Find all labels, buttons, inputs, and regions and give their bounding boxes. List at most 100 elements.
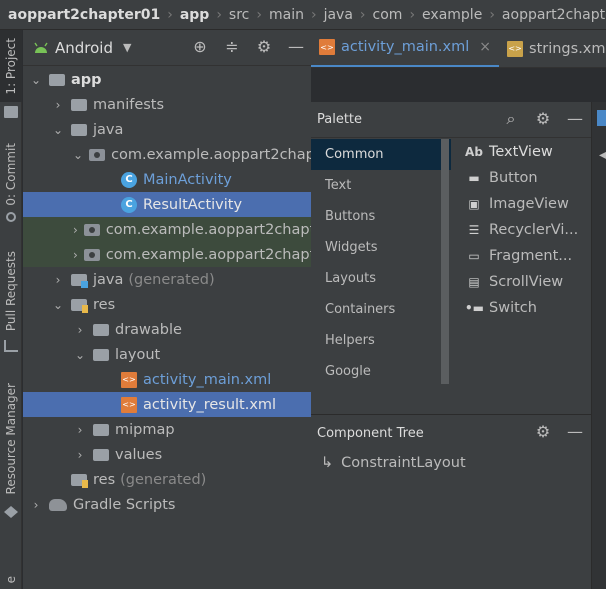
chevron-down-icon[interactable]: ⌄ <box>29 73 43 87</box>
gear-icon[interactable]: ⚙ <box>533 423 553 441</box>
palette-item-imageview[interactable]: ▣ ImageView <box>453 191 591 217</box>
chevron-down-icon[interactable]: ⌄ <box>51 298 65 312</box>
tree-row-res-generated[interactable]: res (generated) <box>23 467 311 492</box>
tree-row-java-generated[interactable]: › java (generated) <box>23 267 311 292</box>
tree-row-result-activity[interactable]: C ResultActivity <box>23 192 311 217</box>
palette-category-layouts[interactable]: Layouts <box>311 263 451 294</box>
minimize-icon[interactable]: — <box>565 423 585 441</box>
palette-scrollbar[interactable] <box>441 139 449 384</box>
fragment-icon: ▭ <box>468 249 480 263</box>
breadcrumb-item-java[interactable]: java <box>324 7 353 23</box>
chevron-right-icon[interactable]: › <box>73 448 87 462</box>
palette-item-fragment[interactable]: ▭ Fragment... <box>453 243 591 269</box>
chevron-right-icon[interactable]: › <box>73 223 78 237</box>
component-tree-title: Component Tree <box>317 425 424 441</box>
chevron-right-icon[interactable]: › <box>51 273 65 287</box>
tree-row-drawable[interactable]: › drawable <box>23 317 311 342</box>
tree-row-res[interactable]: ⌄ res <box>23 292 311 317</box>
component-tree-root[interactable]: ↳ ConstraintLayout <box>321 455 466 471</box>
palette-item-switch[interactable]: •▬ Switch <box>453 295 591 321</box>
button-icon: ▬ <box>468 171 480 185</box>
chevron-down-icon[interactable]: ⌄ <box>73 148 83 162</box>
palette-item-recyclerview[interactable]: ☰ RecyclerVi... <box>453 217 591 243</box>
folder-icon <box>93 348 109 361</box>
android-icon <box>34 42 48 53</box>
close-icon[interactable]: × <box>479 39 491 55</box>
tab-activity-main-xml[interactable]: <> activity_main.xml × <box>311 30 500 67</box>
switch-icon: •▬ <box>465 301 485 315</box>
palette-category-helpers[interactable]: Helpers <box>311 325 451 356</box>
component-tree-panel: Component Tree ⚙ — ↳ ConstraintLayout <box>311 414 591 589</box>
target-icon[interactable]: ⊕ <box>191 38 209 56</box>
breadcrumb-item-project[interactable]: aoppart2chapter01 <box>8 7 160 23</box>
collapse-icon[interactable]: ≑ <box>223 38 241 56</box>
palette-category-containers[interactable]: Containers <box>311 294 451 325</box>
tree-row-activity-result-xml[interactable]: <> activity_result.xml <box>23 392 311 417</box>
palette-category-common[interactable]: Common <box>311 139 451 170</box>
xml-file-icon: <> <box>121 371 137 388</box>
gear-icon[interactable]: ⚙ <box>255 38 273 56</box>
textview-icon: Ab <box>465 145 483 159</box>
editor-tabs: <> activity_main.xml × <> strings.xml <box>311 30 606 68</box>
tree-row-gradle-scripts[interactable]: › Gradle Scripts <box>23 492 311 517</box>
breadcrumb-item-app[interactable]: app <box>180 7 210 23</box>
side-tab-project[interactable]: 1: Project <box>0 30 22 102</box>
tree-row-package-main[interactable]: ⌄ com.example.aoppart2chapt <box>23 142 311 167</box>
breadcrumb-item-com[interactable]: com <box>373 7 403 23</box>
minimize-icon[interactable]: — <box>565 110 585 128</box>
chevron-right-icon: › <box>359 6 366 23</box>
gradle-icon <box>49 498 67 511</box>
side-tab-pull-requests[interactable]: Pull Requests <box>0 246 22 336</box>
xml-file-icon: <> <box>319 39 335 55</box>
view-mode-selector[interactable]: Android <box>55 39 113 57</box>
chevron-down-icon[interactable]: ⌄ <box>51 123 65 137</box>
tab-strings-xml[interactable]: <> strings.xml <box>499 30 606 67</box>
tree-row-manifests[interactable]: › manifests <box>23 92 311 117</box>
folder-icon <box>93 323 109 336</box>
breadcrumb-item-main[interactable]: main <box>269 7 304 23</box>
tree-row-layout[interactable]: ⌄ layout <box>23 342 311 367</box>
xml-file-icon: <> <box>121 396 137 413</box>
chevron-right-icon[interactable]: › <box>73 323 87 337</box>
tree-row-package-android-test[interactable]: › com.example.aoppart2chapt <box>23 217 311 242</box>
palette-item-textview[interactable]: Ab TextView <box>453 139 591 165</box>
tree-row-main-activity[interactable]: C MainActivity <box>23 167 311 192</box>
minimize-icon[interactable]: — <box>287 38 305 56</box>
search-icon[interactable]: ⌕ <box>501 110 521 128</box>
palette-items: Ab TextView ▬ Button ▣ ImageView ☰ Recyc… <box>453 139 591 321</box>
palette-category-widgets[interactable]: Widgets <box>311 232 451 263</box>
chevron-right-icon[interactable]: › <box>73 248 78 262</box>
chevron-right-icon[interactable]: › <box>73 423 87 437</box>
chevron-down-icon[interactable]: ⌄ <box>73 348 87 362</box>
tree-row-app[interactable]: ⌄ app <box>23 67 311 92</box>
tree-row-activity-main-xml[interactable]: <> activity_main.xml <box>23 367 311 392</box>
palette-item-button[interactable]: ▬ Button <box>453 165 591 191</box>
constraint-layout-icon: ↳ <box>321 455 334 471</box>
palette-title: Palette <box>317 112 363 127</box>
chevron-down-icon[interactable]: ▼ <box>123 41 131 54</box>
palette-category-google[interactable]: Google <box>311 356 451 387</box>
side-tab-other[interactable]: e <box>0 570 22 589</box>
tree-row-package-test[interactable]: › com.example.aoppart2chapt <box>23 242 311 267</box>
tree-row-mipmap[interactable]: › mipmap <box>23 417 311 442</box>
palette-category-buttons[interactable]: Buttons <box>311 201 451 232</box>
palette-item-scrollview[interactable]: ▤ ScrollView <box>453 269 591 295</box>
folder-icon <box>93 448 109 461</box>
chevron-left-icon[interactable]: ◀ <box>599 150 606 161</box>
tree-row-java[interactable]: ⌄ java <box>23 117 311 142</box>
breadcrumb-item-src[interactable]: src <box>229 7 249 23</box>
chevron-right-icon[interactable]: › <box>29 498 43 512</box>
module-folder-icon <box>49 73 65 86</box>
chevron-right-icon: › <box>256 6 262 23</box>
breadcrumb-item-package[interactable]: aoppart2chapter01 <box>502 7 606 23</box>
breadcrumb-item-example[interactable]: example <box>422 7 482 23</box>
project-panel-header: Android ▼ ⊕ ≑ ⚙ — <box>23 30 311 66</box>
palette-category-text[interactable]: Text <box>311 170 451 201</box>
resource-folder-icon <box>71 298 88 313</box>
side-tab-resource-manager[interactable]: Resource Manager <box>0 378 22 500</box>
chevron-right-icon[interactable]: › <box>51 98 65 112</box>
side-tab-commit[interactable]: 0: Commit <box>0 138 22 210</box>
design-mode-icon[interactable] <box>597 110 606 126</box>
tree-row-values[interactable]: › values <box>23 442 311 467</box>
gear-icon[interactable]: ⚙ <box>533 110 553 128</box>
